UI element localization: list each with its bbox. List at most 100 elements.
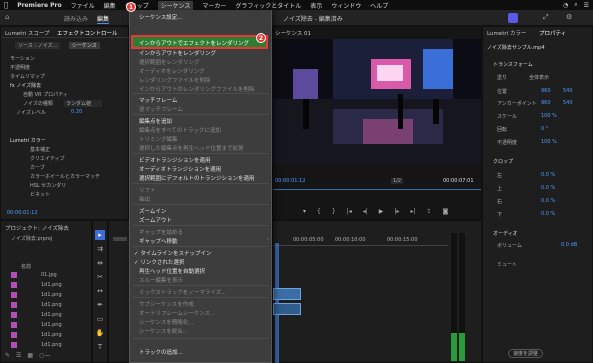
search-icon[interactable]: ⌕ bbox=[574, 1, 577, 9]
fit-label[interactable]: 塗り bbox=[497, 74, 507, 81]
opacity-value[interactable]: 100 % bbox=[541, 139, 557, 145]
lumetri-curves[interactable]: カーブ bbox=[30, 164, 45, 171]
app-name[interactable]: Premiere Pro bbox=[17, 2, 61, 9]
effect-noise[interactable]: fx ノイズ除去 bbox=[10, 82, 41, 89]
menu-sequence[interactable]: シーケンス bbox=[157, 0, 194, 10]
crop-top-value[interactable]: 0.0 % bbox=[541, 185, 555, 191]
crop-bottom-value[interactable]: 0.0 % bbox=[541, 211, 555, 217]
in-point-icon[interactable]: { bbox=[317, 208, 321, 215]
camera-icon[interactable]: ◙ bbox=[443, 208, 449, 215]
section-audio[interactable]: オーディオ bbox=[493, 230, 518, 237]
menu-item-lift[interactable]: リフト bbox=[139, 186, 156, 194]
lumetri-wheels[interactable]: カラーホイールとカラーマッチ bbox=[30, 173, 100, 180]
effect-lumetri[interactable]: Lumetri カラー bbox=[10, 137, 46, 144]
menu-window[interactable]: ウィンドウ bbox=[331, 1, 361, 10]
ripple-edit-icon[interactable]: ⇹ bbox=[95, 258, 105, 268]
position-x[interactable]: 960 bbox=[541, 88, 551, 94]
menu-item-extend-edit[interactable]: 選択した編集点を再生ヘッド位置まで拡張 bbox=[139, 144, 244, 152]
tab-lumetri-color[interactable]: Lumetri カラー bbox=[487, 29, 526, 37]
menu-item-select-follows-playhead[interactable]: 再生ヘッド位置を自動選択 bbox=[139, 267, 205, 275]
step-forward-icon[interactable]: ▸| bbox=[410, 208, 415, 215]
menu-file[interactable]: ファイル bbox=[71, 1, 95, 10]
effect-time-remap[interactable]: タイムリマップ bbox=[10, 73, 45, 80]
apple-icon[interactable]:  bbox=[4, 1, 8, 9]
hand-icon[interactable]: ✋ bbox=[95, 328, 105, 338]
menu-item-close-gap[interactable]: ギャップを詰める bbox=[139, 228, 183, 236]
icon-view-icon[interactable]: ▦ bbox=[27, 352, 33, 359]
menu-item-snap[interactable]: ✓ タイムラインをスナップイン bbox=[134, 249, 211, 257]
menu-item-zoom-out[interactable]: ズームアウト bbox=[139, 216, 172, 224]
menu-item-auto-reframe[interactable]: オートリフレームシーケンス... bbox=[139, 309, 215, 317]
menu-item-zoom-in[interactable]: ズームイン bbox=[139, 207, 166, 215]
file-item[interactable]: 1d1.png bbox=[41, 302, 62, 308]
crop-left-value[interactable]: 0.0 % bbox=[541, 172, 555, 178]
menu-item-subsequence[interactable]: サブシーケンスを作成 bbox=[139, 300, 194, 308]
menu-edit[interactable]: 編集 bbox=[104, 1, 116, 10]
menu-item-linked-selection[interactable]: ✓ リンクされた選択 bbox=[134, 258, 184, 266]
fill-label[interactable]: 全体表示 bbox=[529, 74, 549, 81]
lumetri-basic[interactable]: 基本補正 bbox=[30, 146, 50, 153]
menu-marker[interactable]: マーカー bbox=[202, 1, 226, 10]
home-icon[interactable]: ⌂ bbox=[5, 13, 9, 21]
menu-item-trim-edit[interactable]: トリミング編集 bbox=[139, 135, 178, 143]
rotation-value[interactable]: 0 ° bbox=[541, 126, 548, 132]
pencil-icon[interactable]: ✎ bbox=[5, 352, 10, 359]
menu-item-add-tracks[interactable]: トラックの追加... bbox=[139, 348, 183, 356]
program-timecode[interactable]: 00:00:01:12 bbox=[275, 178, 306, 184]
file-item[interactable]: 1d1.png bbox=[41, 322, 62, 328]
menu-item-render-effects[interactable]: インからアウトでエフェクトをレンダリング↵ bbox=[139, 39, 263, 47]
section-crop[interactable]: クロップ bbox=[493, 158, 513, 165]
scale-value[interactable]: 100 % bbox=[541, 113, 557, 119]
mute-label[interactable]: ミュート bbox=[497, 261, 517, 268]
share-icon[interactable] bbox=[508, 13, 518, 23]
control-center-icon[interactable]: ☰ bbox=[584, 2, 589, 9]
type-icon[interactable]: T bbox=[95, 342, 105, 352]
lift-icon[interactable]: ⇪ bbox=[426, 208, 431, 215]
lumetri-vignette[interactable]: ビネット bbox=[30, 191, 50, 198]
effect-timecode[interactable]: 00:00:01:12 bbox=[7, 210, 38, 216]
section-transform[interactable]: トランスフォーム bbox=[493, 61, 533, 68]
menu-item-match-frame[interactable]: マッチフレーム bbox=[139, 96, 177, 104]
settings-icon[interactable]: ⚙ bbox=[566, 13, 572, 21]
file-item[interactable]: 01.jpg bbox=[41, 272, 57, 278]
effect-motion[interactable]: モーション bbox=[10, 55, 35, 62]
play-icon[interactable]: ▶ bbox=[379, 208, 384, 215]
slip-icon[interactable]: ↔ bbox=[95, 286, 105, 296]
file-item[interactable]: 1d1.png bbox=[41, 282, 62, 288]
pen-icon[interactable]: ✒ bbox=[95, 300, 105, 310]
menu-item-normalize[interactable]: ミックストラックをノーマライズ... bbox=[139, 288, 226, 296]
menu-item-render-audio[interactable]: オーディオをレンダリング bbox=[139, 67, 205, 75]
menu-item-add-edit[interactable]: 編集点を追加 bbox=[139, 117, 172, 125]
step-back-icon[interactable]: |◂ bbox=[347, 208, 352, 215]
lumetri-creative[interactable]: クリエイティブ bbox=[30, 155, 65, 162]
menu-item-delete-render-in-out[interactable]: インからアウトのレンダリングファイルを削除 bbox=[139, 85, 255, 93]
frame-back-icon[interactable]: ◂| bbox=[363, 208, 368, 215]
column-name[interactable]: 名前 bbox=[21, 263, 31, 270]
menu-item-render-in-out[interactable]: インからアウトをレンダリング bbox=[139, 49, 216, 57]
adjust-speed-button[interactable]: 速度を調整 bbox=[508, 349, 544, 358]
track-toggle[interactable] bbox=[113, 237, 127, 241]
menu-item-nest[interactable]: シーケンスを統合... bbox=[139, 327, 188, 335]
file-item[interactable]: 1d1.png bbox=[41, 342, 62, 348]
source-label[interactable]: ソース : ノイズ… bbox=[15, 42, 61, 49]
menu-item-extract[interactable]: 抽出 bbox=[139, 195, 150, 203]
zoom-select[interactable]: 1/2 bbox=[391, 178, 404, 184]
anchor-y[interactable]: 540 bbox=[563, 100, 573, 106]
out-point-icon[interactable]: } bbox=[332, 208, 336, 215]
menu-item-audio-transition[interactable]: オーディオトランジションを適用 bbox=[139, 165, 221, 173]
sequence-label[interactable]: シーケンス bbox=[69, 42, 100, 49]
timeline-clip[interactable] bbox=[273, 303, 301, 315]
menu-item-sequence-settings[interactable]: シーケンス設定... bbox=[139, 13, 182, 21]
menu-item-go-to-gap[interactable]: ギャップへ移動 › bbox=[139, 237, 269, 245]
lumetri-hsl[interactable]: HSL セカンダリ bbox=[30, 182, 66, 189]
noise-level-value[interactable]: 0.20 bbox=[71, 109, 82, 115]
noise-type-select[interactable]: ランダム値 bbox=[64, 100, 102, 107]
razor-icon[interactable]: ✂ bbox=[95, 272, 105, 282]
list-view-icon[interactable]: ☰ bbox=[16, 352, 21, 359]
zoom-slider[interactable]: ○— bbox=[39, 352, 50, 359]
tab-effect-controls[interactable]: エフェクトコントロール bbox=[57, 29, 118, 37]
menu-item-reverse-match[interactable]: 逆マッチフレーム bbox=[139, 105, 183, 113]
tab-properties[interactable]: プロパティ bbox=[539, 29, 566, 37]
rectangle-icon[interactable]: ▭ bbox=[95, 314, 105, 324]
fullscreen-icon[interactable]: ⤢ bbox=[543, 13, 549, 22]
